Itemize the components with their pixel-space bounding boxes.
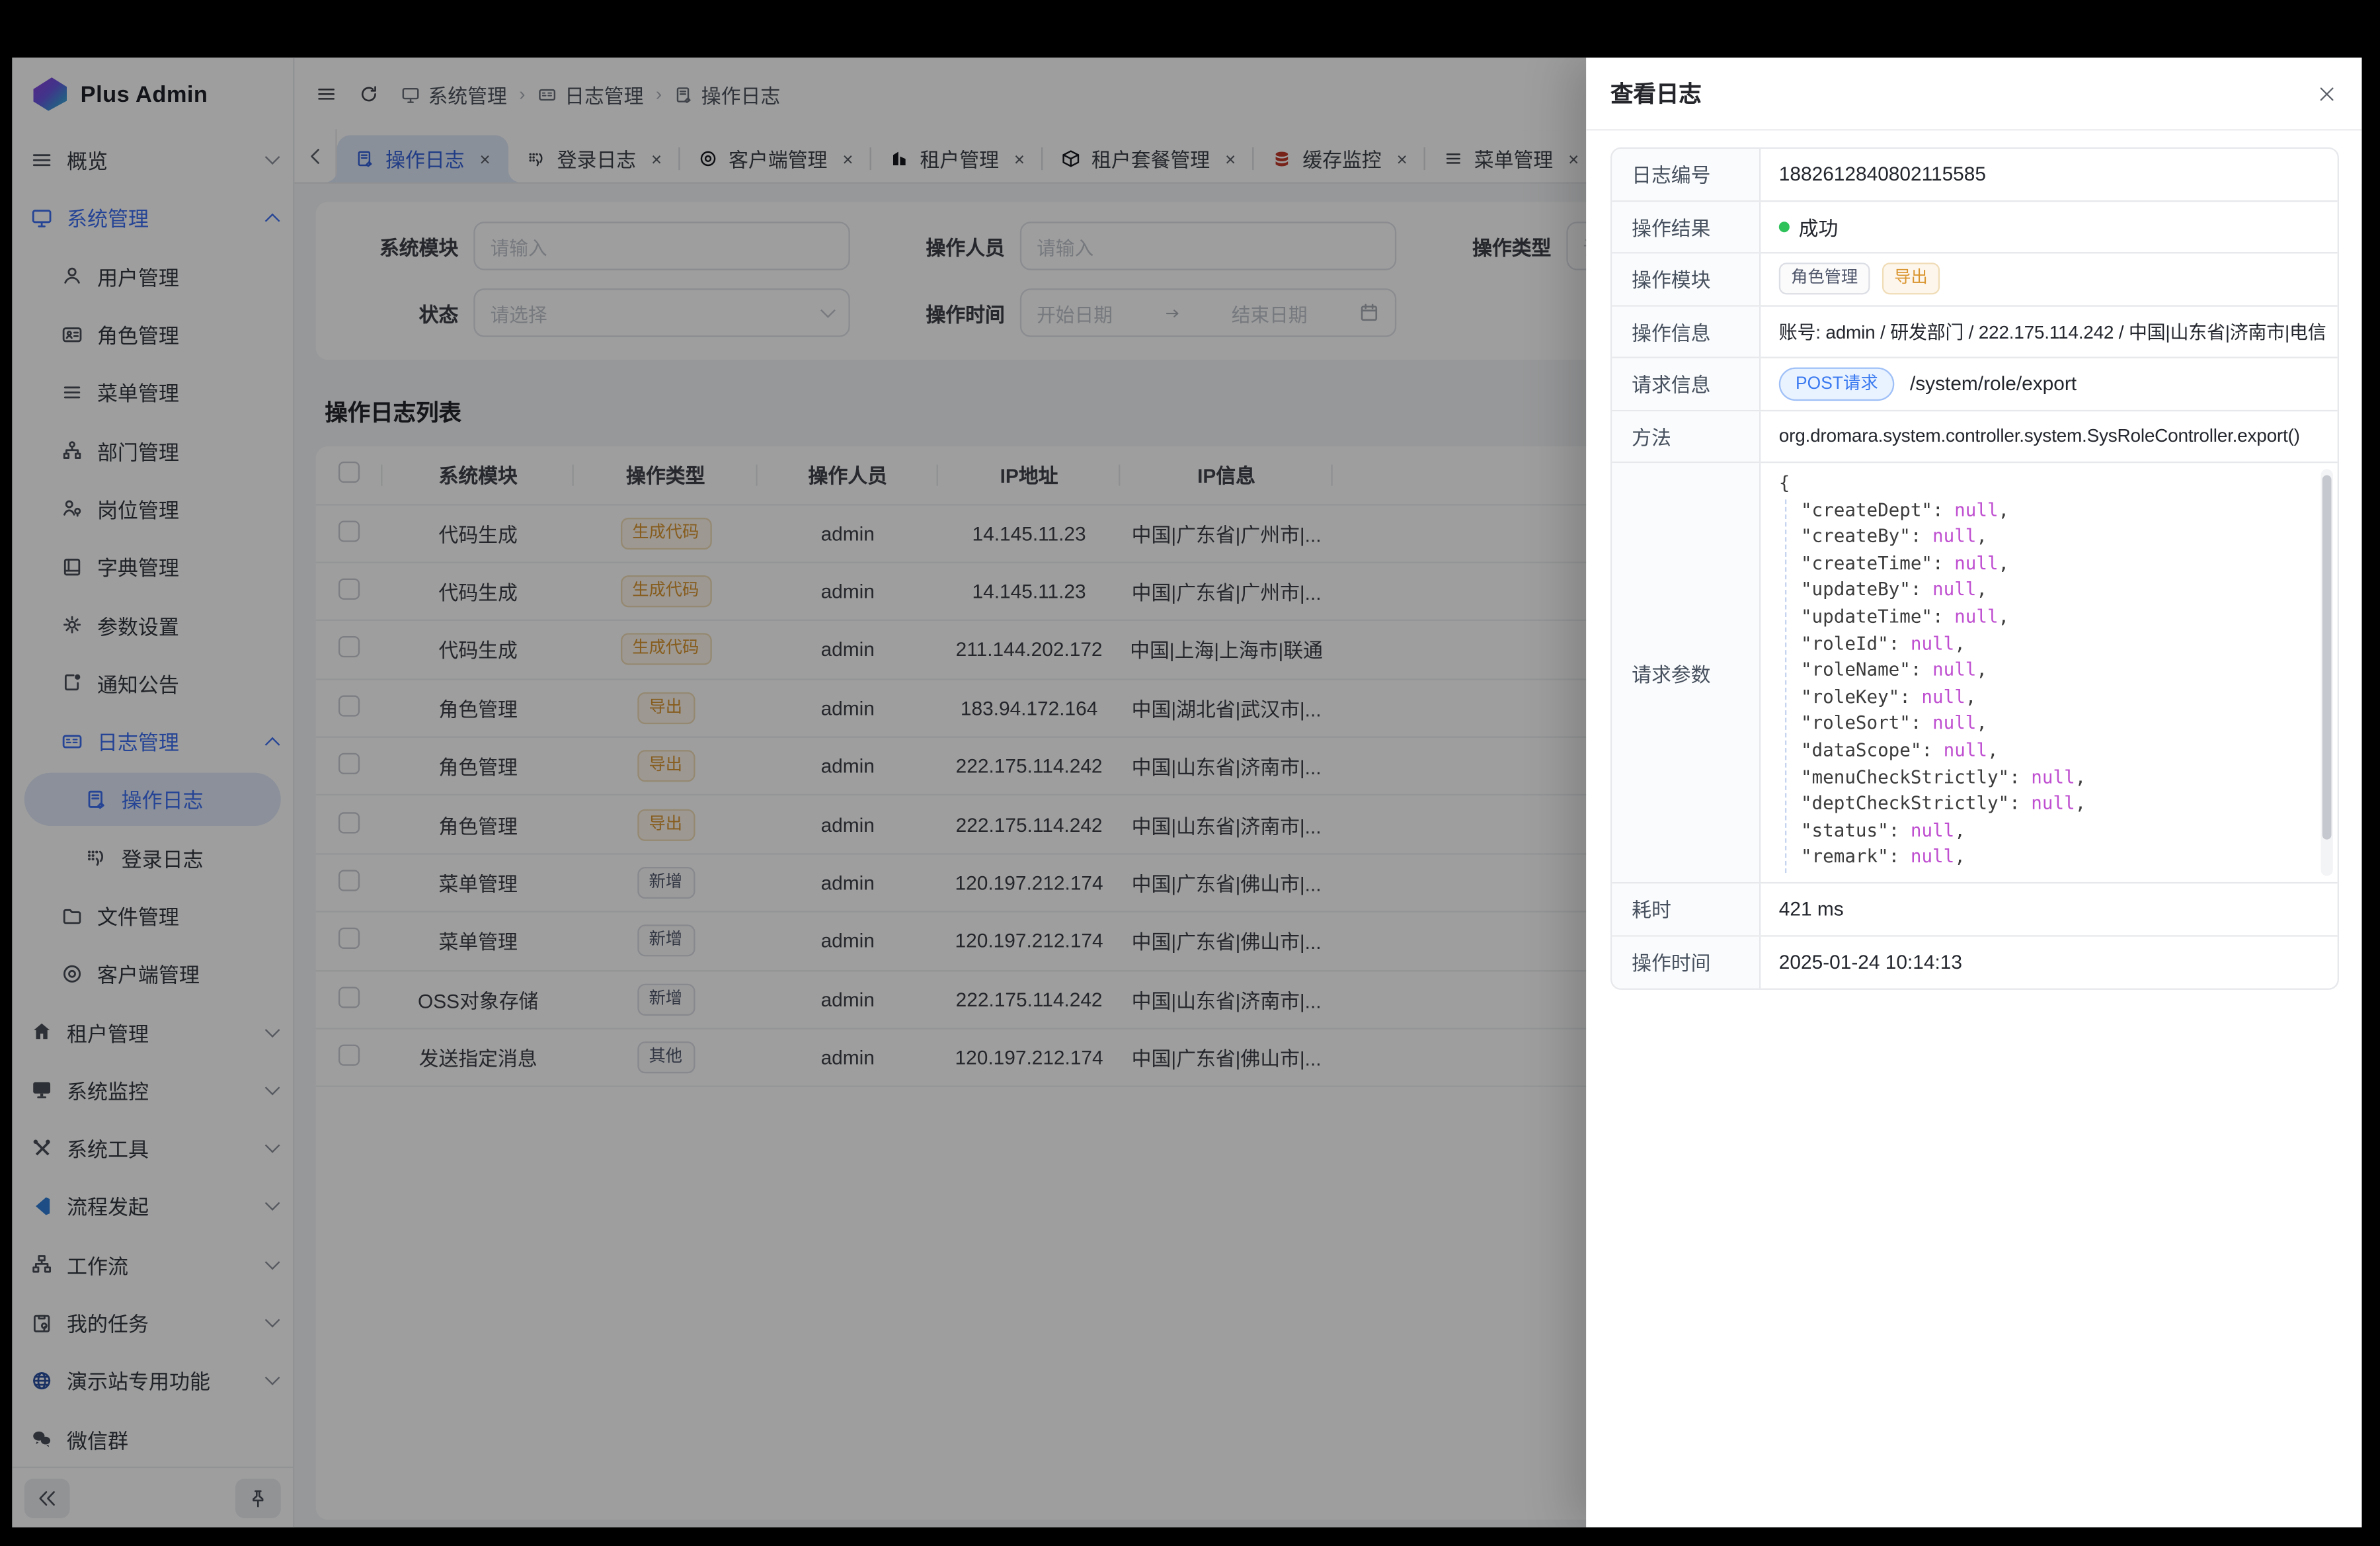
module-tags: 角色管理 导出 xyxy=(1761,253,2337,304)
operation-info-value: 账号: admin / 研发部门 / 222.175.114.242 / 中国|… xyxy=(1761,306,2337,357)
request-params-value: { "createDept": null, "createBy": null, … xyxy=(1761,463,2337,882)
detail-row-log-id: 日志编号 1882612840802115585 xyxy=(1612,149,2337,201)
log-detail-table: 日志编号 1882612840802115585 操作结果 成功 操作模块 角色… xyxy=(1610,147,2339,990)
json-line: "status": null, xyxy=(1779,818,2317,844)
json-line: "roleId": null, xyxy=(1779,631,2317,657)
method-value: org.dromara.system.controller.system.Sys… xyxy=(1761,411,2337,462)
json-scrollbar-thumb[interactable] xyxy=(2322,475,2332,840)
detail-row-params: 请求参数 { "createDept": null, "createBy": n… xyxy=(1612,463,2337,883)
json-line: "deptCheckStrictly": null, xyxy=(1779,791,2317,817)
app-window: Plus Admin 概览系统管理用户管理角色管理菜单管理部门管理岗位管理字典管… xyxy=(12,58,2361,1527)
status-dot xyxy=(1779,222,1790,232)
view-log-drawer: 查看日志 日志编号 1882612840802115585 操作结果 成功 操作… xyxy=(1586,58,2361,1527)
drawer-title: 查看日志 xyxy=(1610,77,1702,109)
request-info-value: POST请求 /system/role/export xyxy=(1761,358,2337,409)
json-line: "updateTime": null, xyxy=(1779,604,2317,631)
detail-row-info: 操作信息 账号: admin / 研发部门 / 222.175.114.242 … xyxy=(1612,306,2337,358)
json-line: "dataScope": null, xyxy=(1779,738,2317,764)
indent-guide xyxy=(1785,499,1786,873)
json-code-block[interactable]: { "createDept": null, "createBy": null, … xyxy=(1761,463,2337,882)
json-line: "menuCheckStrictly": null, xyxy=(1779,764,2317,791)
stage: Plus Admin 概览系统管理用户管理角色管理菜单管理部门管理岗位管理字典管… xyxy=(0,0,2380,1545)
json-line: "createTime": null, xyxy=(1779,551,2317,577)
post-method-badge: POST请求 xyxy=(1779,367,1895,401)
detail-row-method: 方法 org.dromara.system.controller.system.… xyxy=(1612,411,2337,463)
json-line: "roleKey": null, xyxy=(1779,684,2317,711)
close-icon[interactable] xyxy=(2317,83,2338,104)
detail-row-request: 请求信息 POST请求 /system/role/export xyxy=(1612,358,2337,411)
duration-value: 421 ms xyxy=(1761,883,2337,934)
detail-row-time: 操作时间 2025-01-24 10:14:13 xyxy=(1612,936,2337,988)
json-scrollbar[interactable] xyxy=(2320,469,2332,875)
json-line: { xyxy=(1779,471,2317,497)
json-line: "remark": null, xyxy=(1779,844,2317,871)
operation-time-value: 2025-01-24 10:14:13 xyxy=(1761,936,2337,988)
result-value: 成功 xyxy=(1761,201,2337,252)
json-line: "roleSort": null, xyxy=(1779,711,2317,737)
json-line: "roleName": null, xyxy=(1779,657,2317,684)
modal-overlay[interactable] xyxy=(12,58,1586,1527)
drawer-header: 查看日志 xyxy=(1586,58,2361,130)
json-line: "createDept": null, xyxy=(1779,497,2317,524)
detail-row-module: 操作模块 角色管理 导出 xyxy=(1612,253,2337,305)
detail-row-result: 操作结果 成功 xyxy=(1612,201,2337,253)
module-tag: 角色管理 xyxy=(1779,263,1870,295)
request-url: /system/role/export xyxy=(1910,372,2077,395)
json-line: "updateBy": null, xyxy=(1779,577,2317,604)
json-line: "createBy": null, xyxy=(1779,524,2317,551)
log-id-value: 1882612840802115585 xyxy=(1761,149,2337,200)
detail-row-duration: 耗时 421 ms xyxy=(1612,883,2337,936)
action-tag: 导出 xyxy=(1882,263,1940,295)
